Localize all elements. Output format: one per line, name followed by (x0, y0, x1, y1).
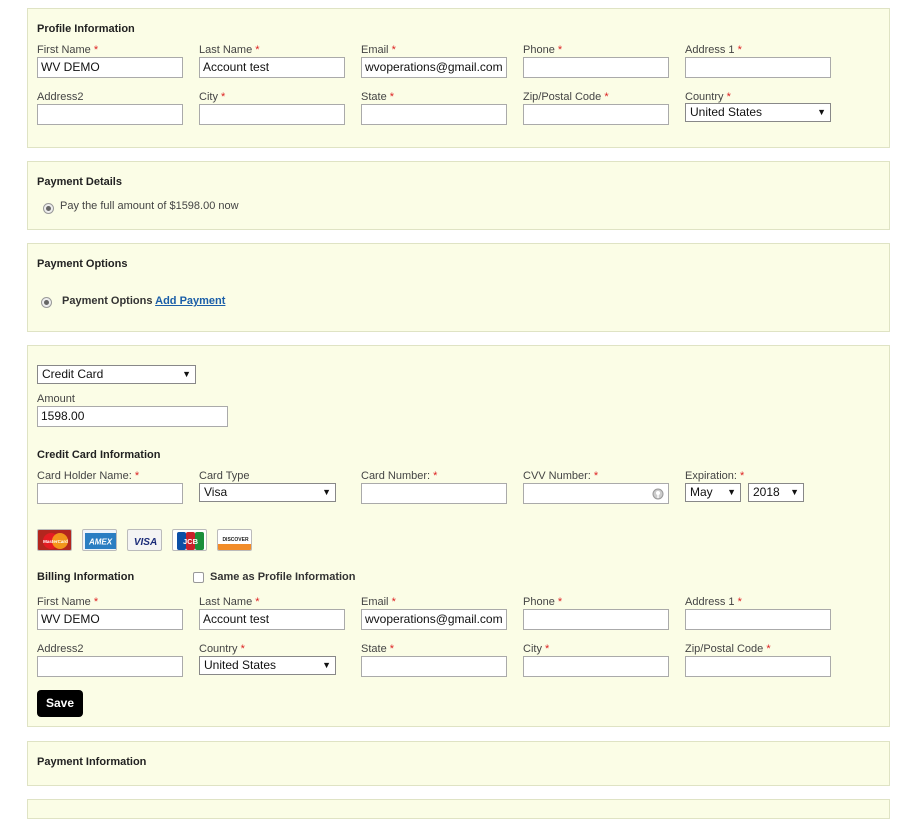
billing-address2-label: Address2 (37, 643, 84, 655)
amount-label: Amount (37, 393, 75, 405)
billing-address1-label: Address 1 * (685, 596, 742, 608)
payment-options-title: Payment Options (37, 258, 128, 270)
billing-country-select[interactable]: United States ▼ (199, 656, 336, 675)
billing-last-name-field[interactable]: Account test (199, 609, 345, 630)
billing-phone-field[interactable] (523, 609, 669, 630)
payment-method-value: Credit Card (42, 367, 104, 381)
exp-year-value: 2018 (753, 485, 780, 499)
exp-month-value: May (690, 485, 713, 499)
mastercard-logo: MasterCard (37, 529, 72, 551)
state-label: State * (361, 91, 395, 103)
card-type-value: Visa (204, 485, 228, 499)
billing-city-field[interactable] (523, 656, 669, 677)
country-label: Country * (685, 91, 731, 103)
city-field[interactable] (199, 104, 345, 125)
billing-email-field[interactable]: wvoperations@gmail.com (361, 609, 507, 630)
pay-full-radio[interactable] (43, 203, 54, 214)
last-name-label: Last Name * (199, 44, 260, 56)
amount-field[interactable]: 1598.00 (37, 406, 228, 427)
card-type-label: Card Type (199, 470, 250, 482)
billing-state-label: State * (361, 643, 395, 655)
profile-title: Profile Information (37, 23, 135, 35)
billing-address1-field[interactable] (685, 609, 831, 630)
card-type-select[interactable]: Visa ▼ (199, 483, 336, 502)
same-as-profile-label: Same as Profile Information (210, 571, 356, 583)
payment-method-select[interactable]: Credit Card ▼ (37, 365, 196, 384)
phone-label: Phone * (523, 44, 563, 56)
payment-entry-panel: Credit Card ▼ Amount 1598.00 Credit Card… (27, 345, 890, 727)
last-name-field[interactable]: Account test (199, 57, 345, 78)
cvv-label: CVV Number: * (523, 470, 599, 482)
zip-field[interactable] (523, 104, 669, 125)
chevron-down-icon: ▼ (727, 487, 736, 497)
pay-full-label: Pay the full amount of $1598.00 now (60, 200, 239, 212)
state-field[interactable] (361, 104, 507, 125)
exp-year-select[interactable]: 2018 ▼ (748, 483, 804, 502)
payment-options-label: Payment Options (62, 295, 153, 307)
amex-logo: AMEX (82, 529, 117, 551)
svg-text:JCB: JCB (183, 537, 199, 546)
credit-card-title: Credit Card Information (37, 449, 161, 461)
discover-logo: DISCOVER (217, 529, 252, 551)
address2-field[interactable] (37, 104, 183, 125)
country-select-value: United States (690, 105, 763, 119)
address1-label: Address 1 * (685, 44, 742, 56)
expiration-label: Expiration: * (685, 470, 745, 482)
zip-label: Zip/Postal Code * (523, 91, 609, 103)
country-select[interactable]: United States ▼ (685, 103, 831, 122)
email-label: Email * (361, 44, 396, 56)
visa-logo: VISA (127, 529, 162, 551)
billing-last-name-label: Last Name * (199, 596, 260, 608)
payment-options-panel: Payment Options Payment Options Add Paym… (27, 243, 890, 332)
payment-options-row: Payment Options Add Payment (62, 295, 225, 307)
chevron-down-icon: ▼ (182, 369, 191, 379)
billing-state-field[interactable] (361, 656, 507, 677)
profile-panel: Profile Information First Name * WV DEMO… (27, 8, 890, 148)
chevron-down-icon: ▼ (790, 487, 799, 497)
exp-month-select[interactable]: May ▼ (685, 483, 741, 502)
save-button[interactable]: Save (37, 690, 83, 717)
chevron-down-icon: ▼ (322, 660, 331, 670)
jcb-logo: JCB (172, 529, 207, 551)
billing-title: Billing Information (37, 571, 135, 583)
svg-text:DISCOVER: DISCOVER (222, 537, 249, 543)
billing-zip-label: Zip/Postal Code * (685, 643, 771, 655)
chevron-down-icon: ▼ (322, 487, 331, 497)
svg-text:AMEX: AMEX (88, 538, 113, 547)
billing-email-label: Email * (361, 596, 396, 608)
billing-phone-label: Phone * (523, 596, 563, 608)
next-panel (27, 799, 890, 819)
svg-text:VISA: VISA (134, 537, 157, 548)
billing-city-label: City * (523, 643, 550, 655)
payment-details-panel: Payment Details Pay the full amount of $… (27, 161, 890, 230)
city-label: City * (199, 91, 226, 103)
key-icon (652, 488, 664, 500)
add-payment-link[interactable]: Add Payment (155, 295, 225, 307)
billing-first-name-label: First Name * (37, 596, 99, 608)
payment-details-title: Payment Details (37, 176, 122, 188)
svg-text:MasterCard: MasterCard (43, 539, 68, 544)
address1-field[interactable] (685, 57, 831, 78)
chevron-down-icon: ▼ (817, 107, 826, 117)
payment-information-title: Payment Information (37, 756, 147, 768)
card-number-field[interactable] (361, 483, 507, 504)
payment-information-panel: Payment Information (27, 741, 890, 786)
card-holder-label: Card Holder Name: * (37, 470, 140, 482)
card-number-label: Card Number: * (361, 470, 438, 482)
first-name-label: First Name * (37, 44, 99, 56)
first-name-field[interactable]: WV DEMO (37, 57, 183, 78)
cvv-field[interactable] (523, 483, 669, 504)
payment-options-radio[interactable] (41, 297, 52, 308)
phone-field[interactable] (523, 57, 669, 78)
billing-zip-field[interactable] (685, 656, 831, 677)
card-holder-field[interactable] (37, 483, 183, 504)
address2-label: Address2 (37, 91, 84, 103)
billing-first-name-field[interactable]: WV DEMO (37, 609, 183, 630)
billing-country-value: United States (204, 658, 277, 672)
billing-address2-field[interactable] (37, 656, 183, 677)
billing-country-label: Country * (199, 643, 245, 655)
email-field[interactable]: wvoperations@gmail.com (361, 57, 507, 78)
same-as-profile-checkbox[interactable] (193, 572, 204, 583)
